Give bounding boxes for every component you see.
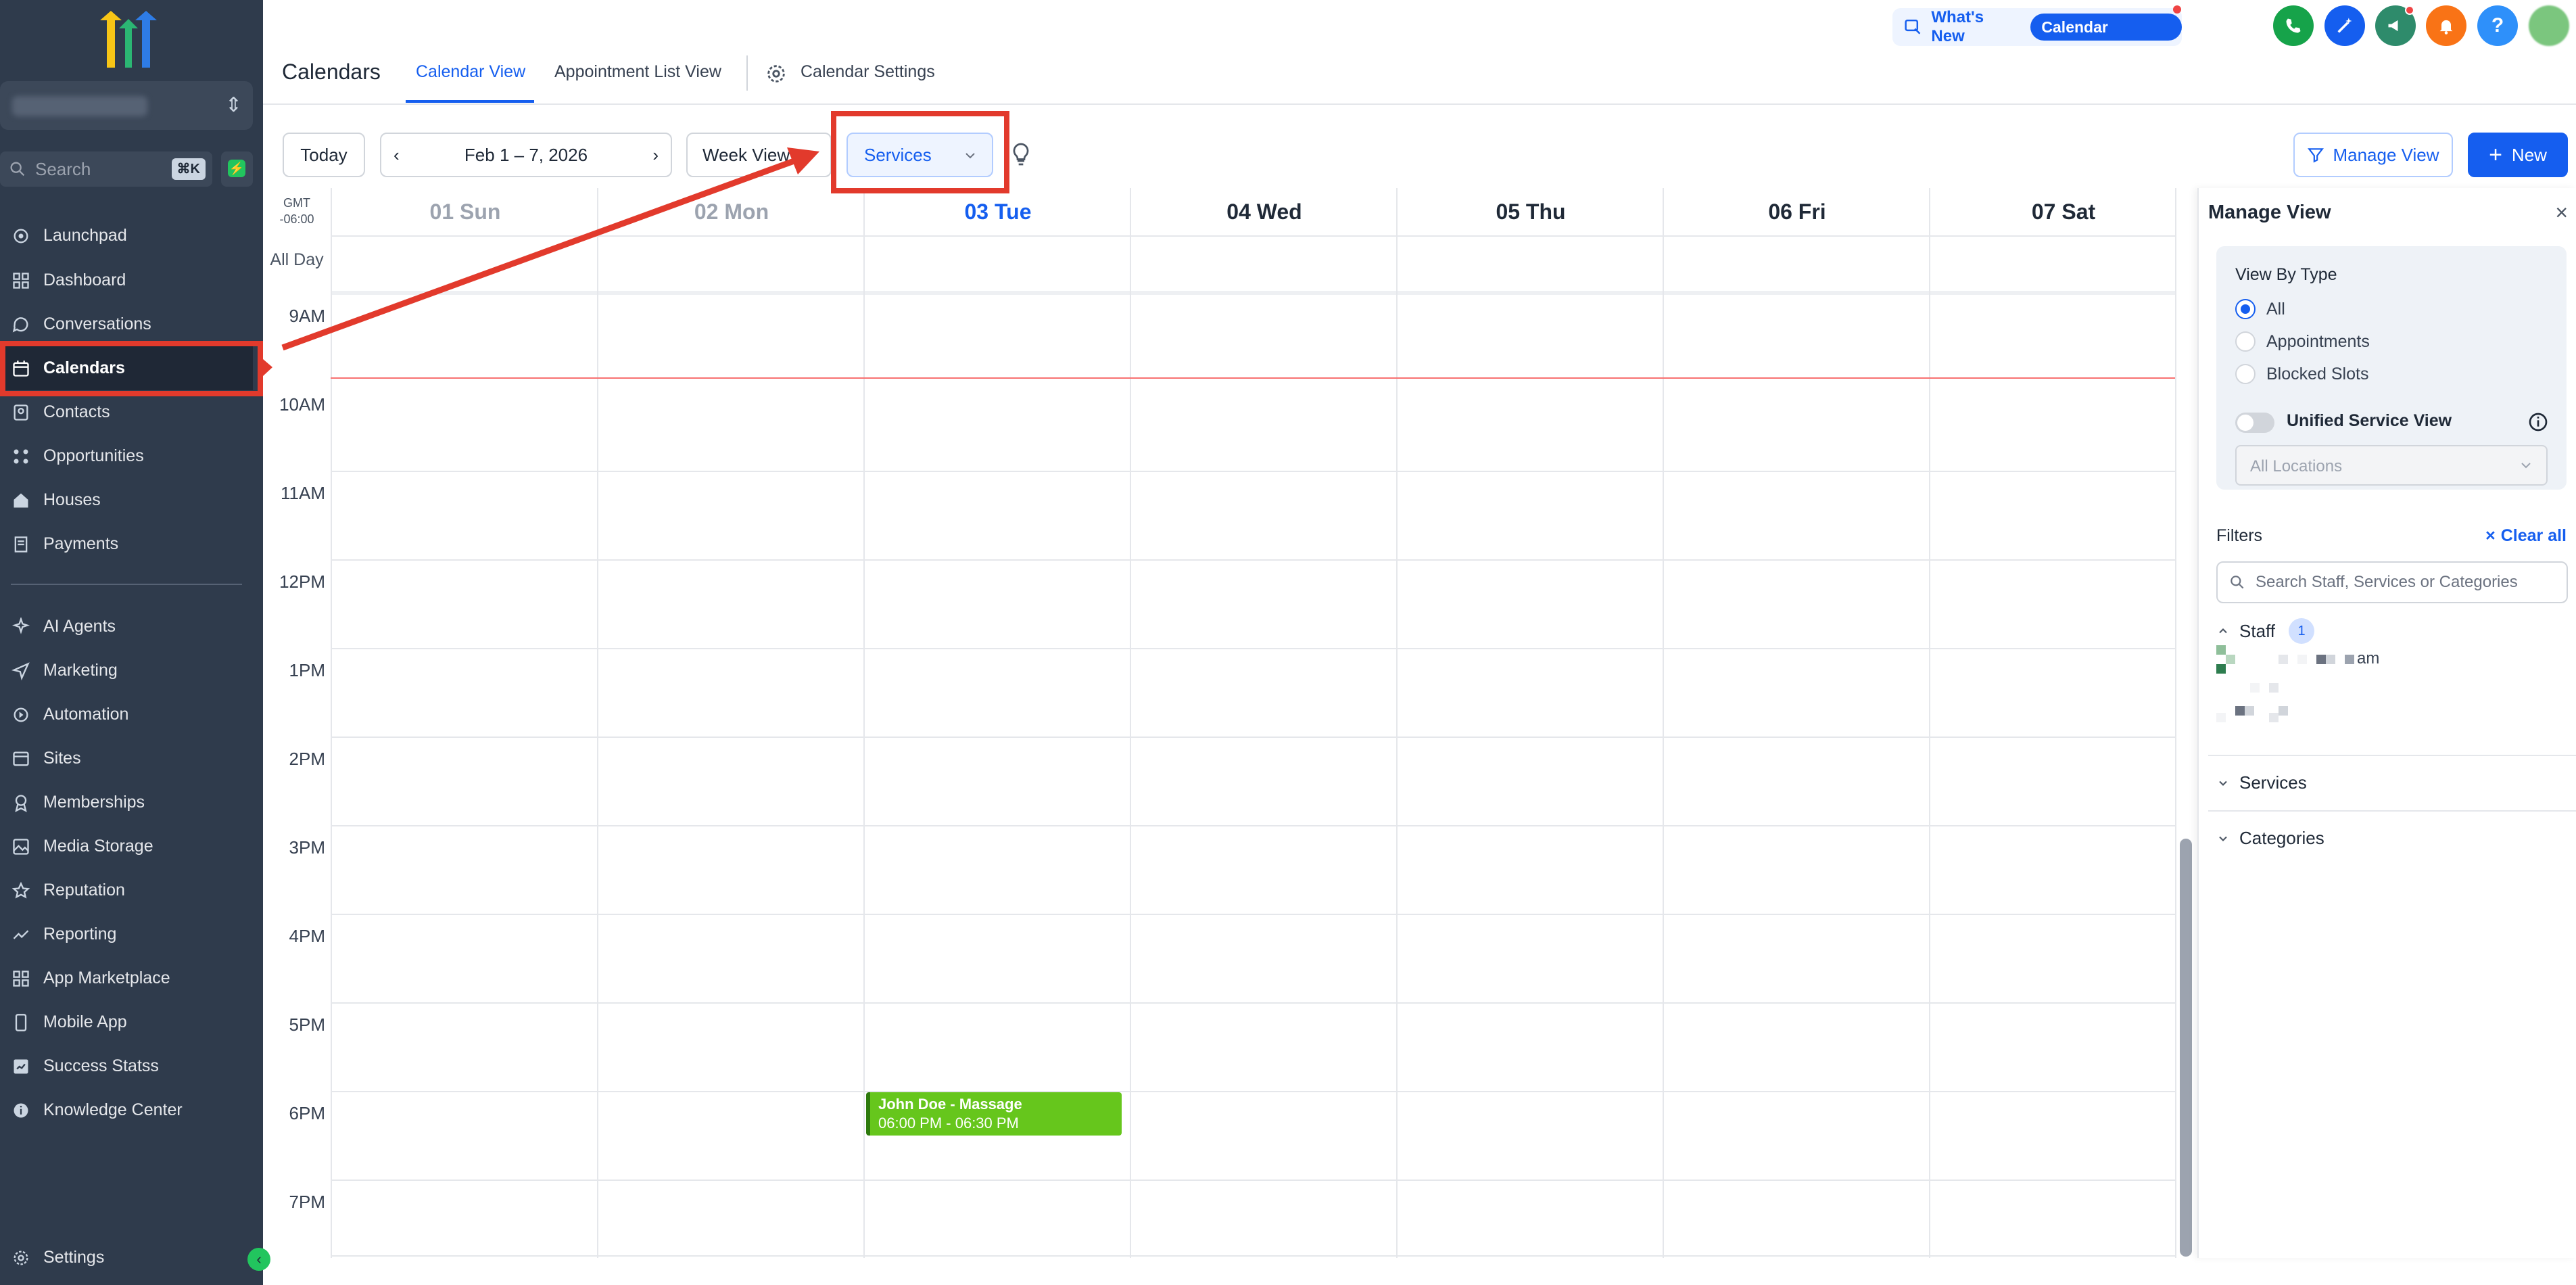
annotation-arrow bbox=[263, 147, 819, 376]
